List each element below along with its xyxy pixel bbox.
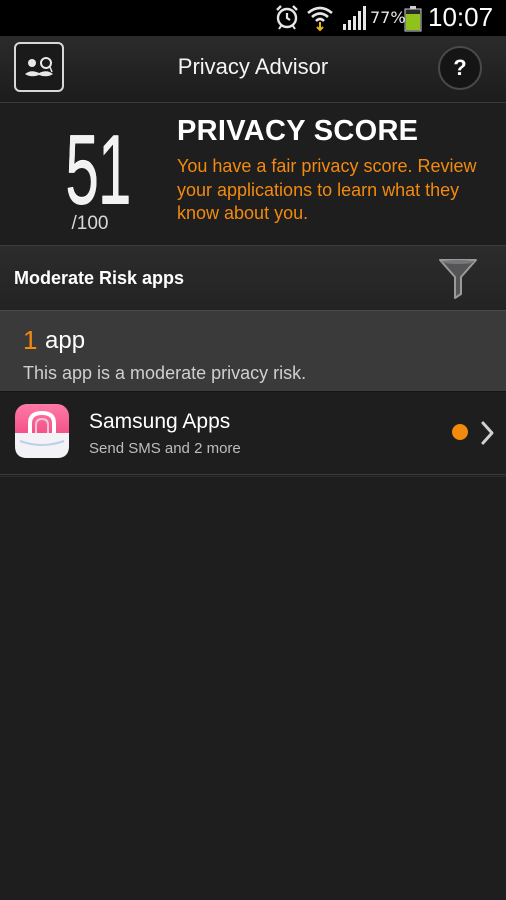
screen: 77% 10:07 Privacy Advisor ? 51 /100 PRIV… (0, 0, 506, 900)
summary-description: This app is a moderate privacy risk. (23, 363, 307, 383)
privacy-score-heading: PRIVACY SCORE (177, 115, 419, 147)
app-name: Samsung Apps (89, 410, 231, 433)
action-bar: Privacy Advisor ? (0, 36, 506, 103)
clock: 10:07 (428, 2, 494, 32)
privacy-score-description: You have a fair privacy score. Review yo… (177, 156, 477, 223)
list-item[interactable]: Samsung Apps Send SMS and 2 more (0, 392, 506, 475)
app-count-unit: app (45, 327, 86, 354)
filter-button[interactable] (434, 256, 482, 300)
status-bar: 77% 10:07 (0, 0, 506, 36)
app-logo[interactable] (14, 42, 64, 92)
privacy-score-value: 51 (65, 115, 131, 225)
section-title: Moderate Risk apps (14, 268, 185, 288)
wifi-icon (306, 4, 334, 36)
shopping-bag-icon (14, 403, 70, 459)
battery-percent: 77% (370, 8, 406, 27)
score-panel: 51 /100 PRIVACY SCORE You have a fair pr… (0, 103, 506, 245)
battery-icon (404, 6, 422, 36)
app-permissions: Send SMS and 2 more (89, 440, 241, 457)
risk-summary: 1 app This app is a moderate privacy ris… (0, 310, 506, 392)
list-divider (0, 476, 506, 477)
alarm-icon (274, 4, 300, 34)
section-header: Moderate Risk apps (0, 245, 506, 311)
signal-icon (342, 4, 368, 36)
spy-face-icon (25, 57, 53, 77)
help-button[interactable]: ? (438, 46, 482, 90)
chevron-right-icon (480, 420, 496, 450)
app-title: Privacy Advisor (177, 54, 329, 79)
app-count: 1 (23, 325, 38, 355)
risk-indicator (452, 424, 468, 440)
privacy-score-max: /100 (71, 213, 109, 234)
filter-icon (439, 259, 477, 299)
